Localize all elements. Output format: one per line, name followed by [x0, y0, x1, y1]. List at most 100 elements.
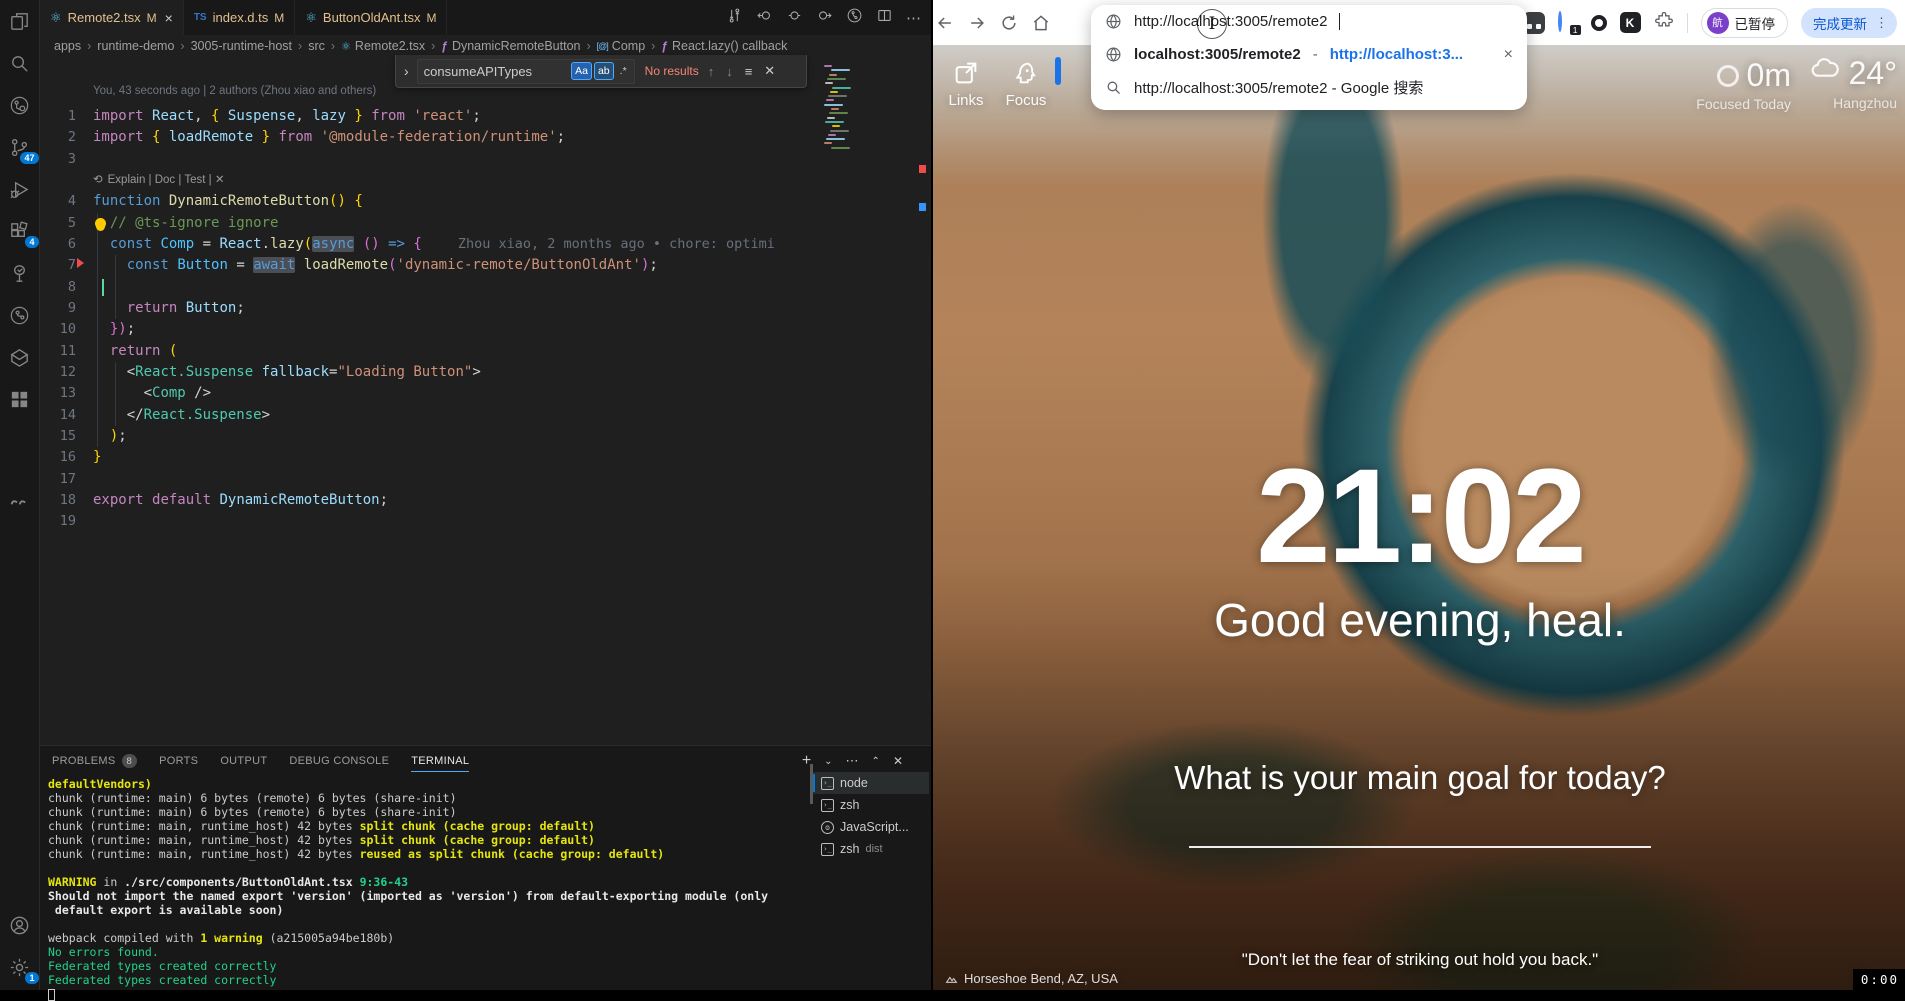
line-number: 17: [40, 469, 76, 490]
compare-changes-icon[interactable]: [726, 7, 743, 29]
split-editor-icon[interactable]: [876, 7, 893, 29]
grid-icon[interactable]: [7, 386, 33, 412]
focus-label: Focus: [995, 92, 1057, 109]
nav-dot-icon[interactable]: [786, 7, 803, 29]
code-text: import React, { Suspense, lazy } from 'r…: [76, 106, 481, 127]
update-chip[interactable]: 完成更新 ⋮: [1801, 8, 1897, 38]
waves-icon[interactable]: [7, 490, 33, 516]
forward-icon[interactable]: [967, 13, 987, 33]
breadcrumb-item[interactable]: ƒDynamicRemoteButton: [441, 39, 580, 53]
editor-tab[interactable]: ⚛ButtonOldAnt.tsxM: [295, 0, 447, 35]
todo-tree-icon[interactable]: [7, 260, 33, 286]
token: (): [329, 193, 346, 209]
goal-input-line[interactable]: [1189, 846, 1651, 848]
breadcrumb-item[interactable]: 3005-runtime-host: [191, 39, 292, 53]
source-control-icon[interactable]: 47: [7, 134, 33, 160]
remote-explorer-icon[interactable]: [7, 92, 33, 118]
fn-symbol-icon: ƒ: [441, 39, 448, 53]
editor-tab[interactable]: TSindex.d.tsM: [184, 0, 295, 35]
token: [363, 108, 371, 124]
terminal-session[interactable]: ›_node: [813, 772, 929, 794]
explorer-icon[interactable]: [7, 8, 33, 34]
token: const: [127, 257, 169, 273]
match-case-toggle[interactable]: Aa: [571, 62, 592, 80]
terminal-line: chunk (runtime: main) 6 bytes (remote) 6…: [48, 805, 808, 819]
more-actions-icon[interactable]: ⋯: [906, 9, 921, 27]
nav-back-icon[interactable]: [756, 7, 773, 29]
breadcrumb-item[interactable]: src: [308, 39, 325, 53]
panel-tab-problems[interactable]: PROBLEMS8: [52, 746, 137, 776]
tab-label: ButtonOldAnt.tsx: [323, 10, 421, 25]
breadcrumb-item[interactable]: [@]Comp: [597, 39, 645, 53]
minimap-line: [825, 82, 833, 84]
token: [160, 343, 168, 359]
paused-chip[interactable]: 航 已暂停: [1701, 8, 1789, 38]
panel-maximize-icon[interactable]: ⌃: [872, 756, 880, 767]
terminal-output[interactable]: defaultVendors) chunk (runtime: main) 6 b…: [48, 777, 808, 1001]
panel-tab-debug-console[interactable]: DEBUG CONSOLE: [289, 746, 389, 776]
panel-tab-ports[interactable]: PORTS: [159, 746, 198, 776]
reload-icon[interactable]: [999, 13, 1019, 33]
remove-suggestion-icon[interactable]: ×: [1504, 46, 1513, 64]
tab-close-icon[interactable]: ×: [165, 10, 173, 26]
circle-extension-icon[interactable]: [1591, 15, 1607, 31]
regex-toggle[interactable]: .*: [616, 62, 631, 80]
weather-widget[interactable]: 24° Hangzhou: [1809, 53, 1897, 111]
find-in-selection-icon[interactable]: ≡: [742, 64, 756, 79]
modified-indicator: M: [274, 11, 284, 25]
find-prev-icon[interactable]: ↑: [705, 64, 718, 79]
run-debug-icon[interactable]: [7, 176, 33, 202]
terminal-line: chunk (runtime: main, runtime_host) 42 b…: [48, 847, 808, 861]
breadcrumb-item[interactable]: apps: [54, 39, 81, 53]
find-input[interactable]: consumeAPITypes Aa ab .*: [417, 59, 635, 84]
token: // @ts-ignore ignore: [93, 215, 278, 231]
find-collapse-icon[interactable]: ›: [402, 63, 411, 79]
breadcrumb-label: src: [308, 39, 325, 53]
back-icon[interactable]: [935, 13, 955, 33]
minimap[interactable]: [824, 65, 860, 153]
breadcrumb-item[interactable]: runtime-demo: [97, 39, 174, 53]
breadcrumb-item[interactable]: ƒReact.lazy() callback: [661, 39, 787, 53]
breadcrumb-item[interactable]: ⚛Remote2.tsx: [341, 39, 425, 53]
suggestion-history-row[interactable]: localhost:3005/remote2 - http://localhos…: [1091, 38, 1527, 71]
chip-menu-icon[interactable]: ⋮: [1875, 15, 1889, 31]
terminal-session[interactable]: ›_zsh: [813, 794, 929, 816]
codelens-row[interactable]: ⟲Explain | Doc | Test | ✕: [40, 170, 931, 191]
photo-location[interactable]: Horseshoe Bend, AZ, USA: [945, 971, 1118, 986]
panel-close-icon[interactable]: ✕: [893, 754, 903, 768]
token: >: [472, 364, 480, 380]
url-input-row[interactable]: http://localhost:3005/remote2: [1091, 5, 1527, 38]
git-graph-circle-icon[interactable]: [846, 7, 863, 29]
find-close-icon[interactable]: ✕: [761, 63, 778, 79]
line-number: 11: [40, 341, 76, 362]
account-icon[interactable]: [7, 912, 33, 938]
panel-tab-output[interactable]: OUTPUT: [220, 746, 267, 776]
panel-tab-terminal[interactable]: TERMINAL: [411, 746, 469, 776]
panel-more-icon[interactable]: ⋯: [846, 753, 859, 769]
settings-gear-icon[interactable]: 1: [7, 954, 33, 980]
lightbulb-icon[interactable]: [95, 218, 106, 229]
links-widget[interactable]: Links: [935, 59, 997, 109]
search-icon[interactable]: [7, 50, 33, 76]
extensions-puzzle-icon[interactable]: [1654, 10, 1674, 35]
translate-extension-icon[interactable]: 1: [1558, 13, 1578, 33]
terminal-dropdown-icon[interactable]: ⌄: [824, 756, 832, 767]
line-number: 6: [40, 234, 76, 255]
focused-today-widget[interactable]: 0m Focused Today: [1696, 57, 1791, 112]
terminal-session[interactable]: ›_zshdist: [813, 838, 929, 860]
container-tools-icon[interactable]: [7, 344, 33, 370]
terminal-session[interactable]: ʘJavaScript...: [813, 816, 929, 838]
focus-widget[interactable]: Focus: [995, 59, 1057, 109]
kagi-extension-icon[interactable]: K: [1620, 12, 1641, 33]
code-text: [76, 277, 93, 298]
terminal-line: defaultVendors): [48, 777, 808, 791]
nav-forward-icon[interactable]: [816, 7, 833, 29]
extensions-icon[interactable]: 4: [7, 218, 33, 244]
home-icon[interactable]: [1031, 13, 1051, 33]
git-graph-icon[interactable]: [7, 302, 33, 328]
whole-word-toggle[interactable]: ab: [594, 62, 614, 80]
code-editor[interactable]: You, 43 seconds ago | 2 authors (Zhou xi…: [40, 57, 931, 745]
find-next-icon[interactable]: ↓: [723, 64, 736, 79]
suggestion-search-row[interactable]: http://localhost:3005/remote2 - Google 搜…: [1091, 71, 1527, 104]
editor-tab[interactable]: ⚛Remote2.tsxM×: [40, 0, 184, 35]
